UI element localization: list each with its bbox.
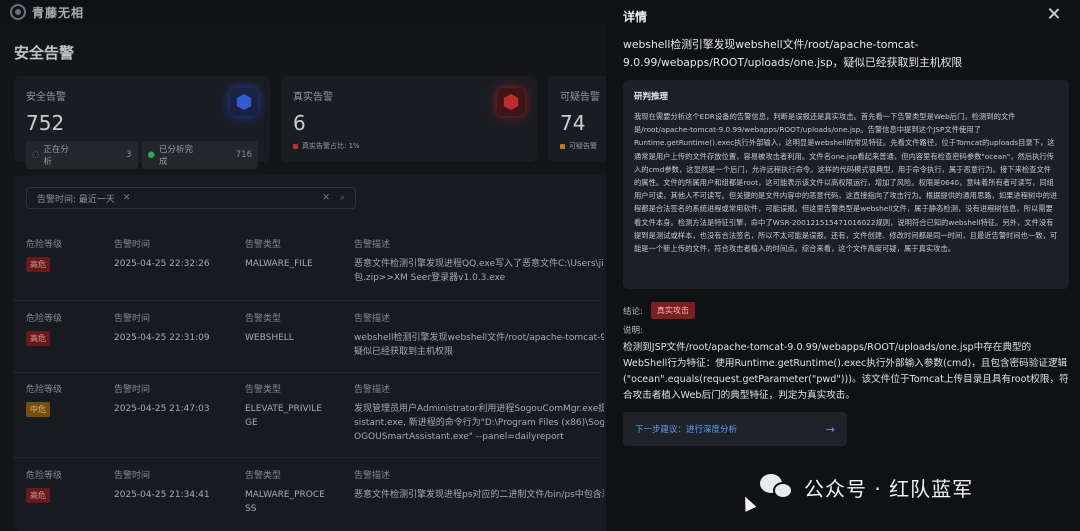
next-step-button[interactable]: 下一步建议：进行深度分析 → [623, 412, 847, 446]
detail-drawer: 详情 webshell检测引擎发现webshell文件/root/apache-… [606, 0, 1080, 531]
next-step-label: 下一步建议：进行深度分析 [635, 425, 738, 435]
wechat-icon [760, 472, 796, 502]
arrow-right-icon: → [825, 422, 835, 436]
reasoning-title: 研判推理 [634, 92, 669, 102]
conclusion-label: 结论: [623, 306, 643, 317]
watermark: 公众号 · 红队蓝军 [760, 472, 973, 502]
conclusion-badge: 真实攻击 [650, 302, 695, 319]
explanation-label: 说明: [623, 326, 643, 336]
alert-headline: webshell检测引擎发现webshell文件/root/apache-tom… [623, 38, 963, 69]
reasoning-text: 我现在需要分析这个EDR设备的告警信息，判断是误报还是真实攻击。首先看一下告警类… [634, 112, 1058, 254]
drawer-title: 详情 [623, 10, 648, 24]
explanation-text: 检测到JSP文件/root/apache-tomcat-9.0.99/webap… [623, 342, 1069, 401]
close-icon[interactable] [1046, 6, 1062, 22]
overlay-mask[interactable] [0, 0, 606, 531]
reasoning-panel: 研判推理 我现在需要分析这个EDR设备的告警信息，判断是误报还是真实攻击。首先看… [623, 80, 1069, 289]
watermark-text: 公众号 · 红队蓝军 [804, 476, 974, 501]
conclusion-row: 结论: 真实攻击 [623, 302, 695, 319]
